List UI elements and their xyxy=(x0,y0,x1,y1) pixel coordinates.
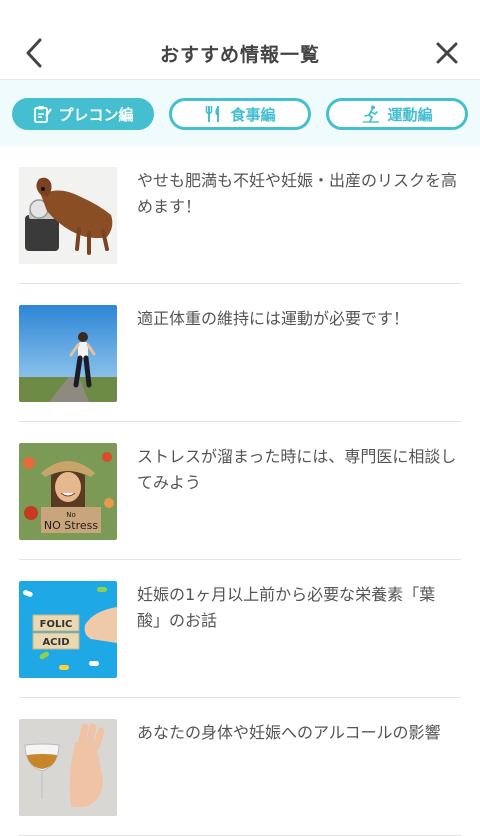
tab-label: プレコン編 xyxy=(58,105,134,124)
fork-knife-icon xyxy=(206,106,220,122)
article-title: ストレスが溜まった時には、専門医に相談してみよう xyxy=(137,447,457,492)
list-item[interactable]: No NO Stress ストレスが溜まった時には、専門医に相談してみよう xyxy=(19,422,461,560)
tab-label: 運動編 xyxy=(387,105,433,124)
sign-text-line1: No xyxy=(66,511,76,519)
folic-acid-blocks-image: FOLIC ACID xyxy=(19,581,117,678)
category-tabs: プレコン編 食事編 運動編 xyxy=(0,80,480,146)
article-thumbnail xyxy=(19,167,117,264)
article-title: あなたの身体や妊娠へのアルコールの影響 xyxy=(137,723,441,742)
article-title: やせも肥満も不妊や妊娠・出産のリスクを高めます！ xyxy=(137,171,458,216)
running-person-icon xyxy=(363,105,380,123)
sign-text-line2: NO Stress xyxy=(44,519,98,532)
list-item[interactable]: あなたの身体や妊娠へのアルコールの影響 xyxy=(19,698,461,836)
hand-refusing-wine-image xyxy=(19,719,117,816)
tab-exercise[interactable]: 運動編 xyxy=(326,98,468,130)
list-item[interactable]: FOLIC ACID 妊娠の1ヶ月以上前から必要な栄養素「葉酸」のお話 xyxy=(19,560,461,698)
tab-label: 食事編 xyxy=(230,105,276,124)
clipboard-pen-icon xyxy=(34,106,53,123)
list-item[interactable]: やせも肥満も不妊や妊娠・出産のリスクを高めます！ xyxy=(19,146,461,284)
article-title: 適正体重の維持には運動が必要です！ xyxy=(137,309,410,328)
block-text-acid: ACID xyxy=(42,637,69,648)
article-title: 妊娠の1ヶ月以上前から必要な栄養素「葉酸」のお話 xyxy=(137,585,436,630)
article-thumbnail xyxy=(19,305,117,402)
article-thumbnail: No NO Stress xyxy=(19,443,117,540)
tab-precon[interactable]: プレコン編 xyxy=(12,98,154,130)
woman-no-stress-sign-image: No NO Stress xyxy=(19,443,117,540)
block-text-folic: FOLIC xyxy=(40,619,73,630)
tab-meal[interactable]: 食事編 xyxy=(169,98,311,130)
page-title: おすすめ情報一覧 xyxy=(159,44,320,66)
article-thumbnail: FOLIC ACID xyxy=(19,581,117,678)
close-icon[interactable] xyxy=(432,38,462,68)
woman-walking-road-image xyxy=(19,305,117,402)
dog-on-scale-image xyxy=(19,167,117,264)
app-header: おすすめ情報一覧 xyxy=(0,0,480,80)
list-item[interactable]: 適正体重の維持には運動が必要です！ xyxy=(19,284,461,422)
article-thumbnail xyxy=(19,719,117,816)
